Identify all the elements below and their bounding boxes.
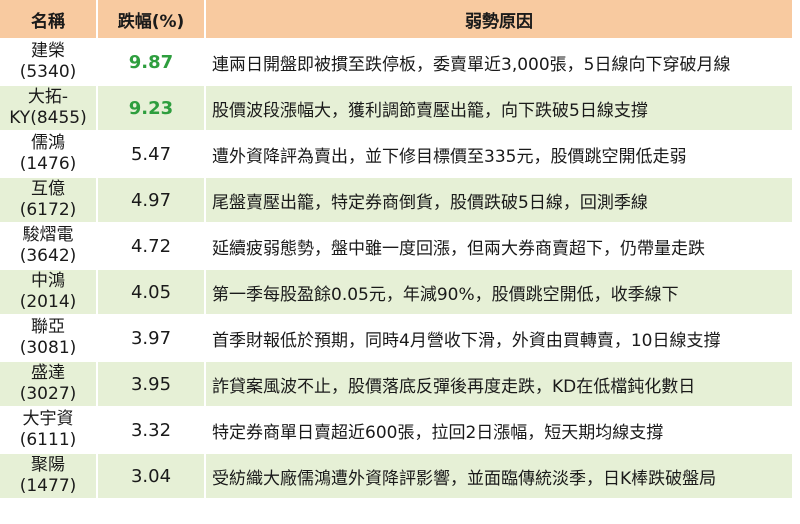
change-value: 3.97 (98, 314, 206, 360)
stock-name: 大拓- KY(8455) (0, 84, 98, 130)
header-change: 跌幅(%) (98, 0, 206, 38)
reason-text: 受紡織大廠儒鴻遭外資降評影響，並面臨傳統淡季，日K棒跌破盤局 (206, 452, 792, 498)
stock-name: 儒鴻 (1476) (0, 130, 98, 176)
reason-text: 首季財報低於預期，同時4月營收下滑，外資由買轉賣，10日線支撐 (206, 314, 792, 360)
header-name: 名稱 (0, 0, 98, 38)
stock-name: 盛達 (3027) (0, 360, 98, 406)
reason-text: 詐貸案風波不止，股價落底反彈後再度走跌，KD在低檔鈍化數日 (206, 360, 792, 406)
header-reason: 弱勢原因 (206, 0, 792, 38)
reason-text: 延續疲弱態勢，盤中雖一度回漲，但兩大券商賣超下，仍帶量走跌 (206, 222, 792, 268)
change-value: 3.32 (98, 406, 206, 452)
table-row: 儒鴻 (1476) 5.47 遭外資降評為賣出，並下修目標價至335元，股價跳空開… (0, 130, 792, 176)
change-value: 4.72 (98, 222, 206, 268)
table-row: 中鴻 (2014) 4.05 第一季每股盈餘0.05元，年減90%，股價跳空開低，… (0, 268, 792, 314)
change-value: 9.23 (98, 84, 206, 130)
table-row: 大宇資 (6111) 3.32 特定券商單日賣超近600張，拉回2日漲幅，短天期均… (0, 406, 792, 452)
reason-text: 尾盤賣壓出籠，特定券商倒貨，股價跌破5日線，回測季線 (206, 176, 792, 222)
table-row: 駿熠電 (3642) 4.72 延續疲弱態勢，盤中雖一度回漲，但兩大券商賣超下，仍… (0, 222, 792, 268)
reason-text: 特定券商單日賣超近600張，拉回2日漲幅，短天期均線支撐 (206, 406, 792, 452)
change-value: 9.87 (98, 38, 206, 84)
table-row: 互億 (6172) 4.97 尾盤賣壓出籠，特定券商倒貨，股價跌破5日線，回測季線 (0, 176, 792, 222)
weak-stocks-table: 名稱 跌幅(%) 弱勢原因 建榮 (5340) 9.87 連兩日開盤即被摜至跌停板… (0, 0, 792, 498)
table-row: 聚陽 (1477) 3.04 受紡織大廠儒鴻遭外資降評影響，並面臨傳統淡季，日K棒… (0, 452, 792, 498)
stock-name: 聚陽 (1477) (0, 452, 98, 498)
reason-text: 遭外資降評為賣出，並下修目標價至335元，股價跳空開低走弱 (206, 130, 792, 176)
stock-name: 駿熠電 (3642) (0, 222, 98, 268)
table-row: 建榮 (5340) 9.87 連兩日開盤即被摜至跌停板，委賣單近3,000張，5日… (0, 38, 792, 84)
change-value: 4.97 (98, 176, 206, 222)
stock-name: 聯亞 (3081) (0, 314, 98, 360)
change-value: 3.04 (98, 452, 206, 498)
table-row: 盛達 (3027) 3.95 詐貸案風波不止，股價落底反彈後再度走跌，KD在低檔鈍… (0, 360, 792, 406)
stock-name: 互億 (6172) (0, 176, 98, 222)
change-value: 4.05 (98, 268, 206, 314)
reason-text: 第一季每股盈餘0.05元，年減90%，股價跳空開低，收季線下 (206, 268, 792, 314)
change-value: 3.95 (98, 360, 206, 406)
stock-name: 建榮 (5340) (0, 38, 98, 84)
reason-text: 連兩日開盤即被摜至跌停板，委賣單近3,000張，5日線向下穿破月線 (206, 38, 792, 84)
stock-name: 大宇資 (6111) (0, 406, 98, 452)
table-header-row: 名稱 跌幅(%) 弱勢原因 (0, 0, 792, 38)
stock-name: 中鴻 (2014) (0, 268, 98, 314)
change-value: 5.47 (98, 130, 206, 176)
table-row: 聯亞 (3081) 3.97 首季財報低於預期，同時4月營收下滑，外資由買轉賣，1… (0, 314, 792, 360)
table-row: 大拓- KY(8455) 9.23 股價波段漲幅大，獲利調節賣壓出籠，向下跌破5日… (0, 84, 792, 130)
reason-text: 股價波段漲幅大，獲利調節賣壓出籠，向下跌破5日線支撐 (206, 84, 792, 130)
